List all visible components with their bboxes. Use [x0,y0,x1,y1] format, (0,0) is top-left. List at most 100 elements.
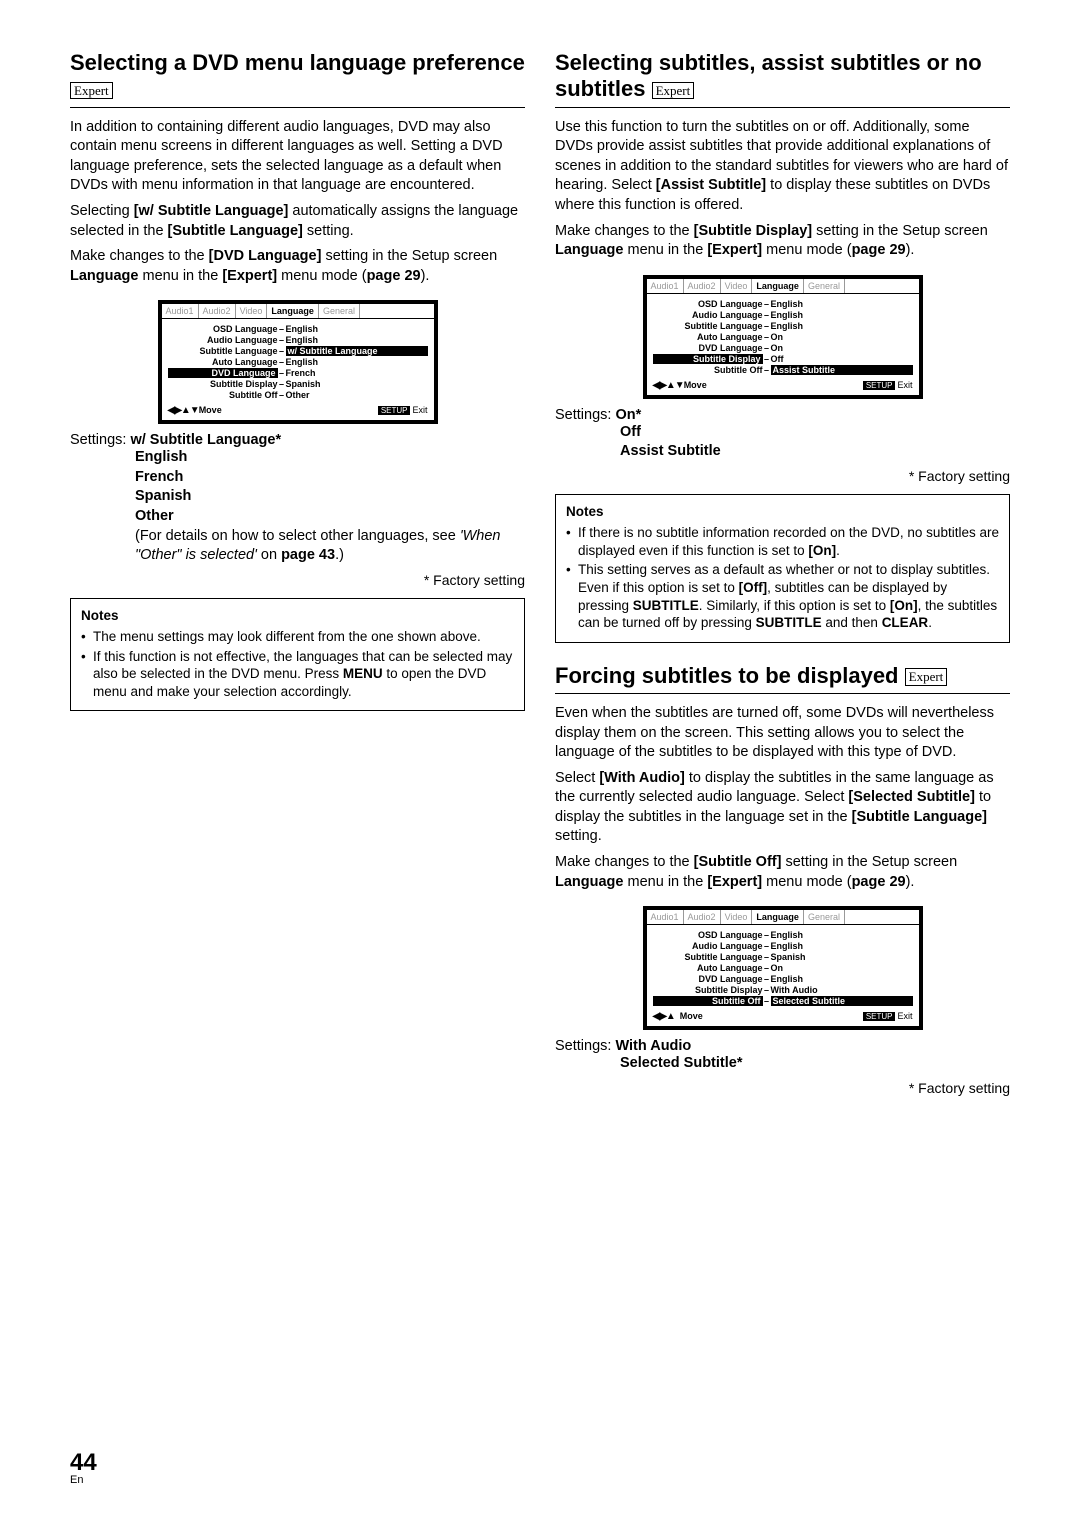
osd-row-value: English [286,335,428,345]
osd-row: Audio Language – English [653,941,913,951]
osd-tabs: Audio1 Audio2 Video Language General [162,304,434,319]
settings-label: Settings: [555,1038,611,1054]
osd-row-label: DVD Language [653,343,763,353]
osd-row-label: Subtitle Language [653,321,763,331]
osd-row-label: DVD Language [168,368,278,378]
settings-value: French [135,468,525,488]
osd-row-label: Auto Language [653,332,763,342]
settings-other-note: (For details on how to select other lang… [135,527,525,566]
osd-body: OSD Language – EnglishAudio Language – E… [647,925,919,1009]
heading-text: Selecting subtitles, assist subtitles or… [555,50,982,101]
osd-row-value: Off [771,354,913,364]
tab: Audio2 [199,304,236,318]
osd-row-label: Subtitle Display [168,379,278,389]
osd-screenshot-dvd-language: Audio1 Audio2 Video Language General OSD… [158,300,438,424]
osd-row-label: Auto Language [653,963,763,973]
tab: Audio2 [684,279,721,293]
tab: Audio1 [647,910,684,924]
osd-row-value: Spanish [286,379,428,389]
arrows-icon: ◀▶▲▼ [168,405,199,416]
osd-row: Audio Language – English [168,335,428,345]
tab: General [804,279,845,293]
notes-box: Notes The menu settings may look differe… [70,598,525,712]
tab: General [319,304,360,318]
osd-row: Subtitle Language – English [653,321,913,331]
right-column: Selecting subtitles, assist subtitles or… [555,50,1010,1106]
osd-row: Subtitle Display – Off [653,354,913,364]
osd-row-label: Subtitle Display [653,354,763,364]
osd-row-value: On [771,343,913,353]
osd-row-label: Subtitle Language [168,346,278,356]
osd-footer: ◀▶▲ Move SETUPExit [647,1009,919,1026]
subtitle-instruction-paragraph: Make changes to the [Subtitle Display] s… [555,222,1010,261]
note-item: If this function is not effective, the l… [81,648,514,701]
tab: Audio2 [684,910,721,924]
page-lang: En [70,1475,97,1486]
settings-label: Settings: [555,407,611,423]
osd-row: OSD Language – English [653,930,913,940]
settings-value: Off [620,423,1010,443]
osd-row-value: English [771,974,913,984]
osd-row-label: DVD Language [653,974,763,984]
instruction-paragraph: Make changes to the [DVD Language] setti… [70,247,525,286]
osd-row: Subtitle Language – Spanish [653,952,913,962]
osd-row-label: Subtitle Off [653,365,763,375]
factory-setting-note: * Factory setting [555,468,1010,484]
settings-label: Settings: [70,432,126,448]
osd-row-label: Subtitle Language [653,952,763,962]
arrows-icon: ◀▶▲ [653,1011,675,1022]
osd-row: Audio Language – English [653,310,913,320]
expert-badge: Expert [905,668,948,686]
tab: Audio1 [647,279,684,293]
osd-row-label: Audio Language [168,335,278,345]
osd-row-value: French [286,368,428,378]
osd-row: Auto Language – On [653,963,913,973]
osd-row-value: English [771,941,913,951]
osd-row-value: English [286,357,428,367]
tab-active: Language [752,910,804,924]
factory-setting-note: * Factory setting [555,1080,1010,1096]
subtitle-intro-paragraph: Use this function to turn the subtitles … [555,118,1010,216]
tab: Audio1 [162,304,199,318]
osd-row-label: Audio Language [653,941,763,951]
forcing-instruction-paragraph: Make changes to the [Subtitle Off] setti… [555,853,1010,892]
osd-row-value: Other [286,390,428,400]
osd-row-value: Selected Subtitle [771,996,913,1006]
osd-row-label: Subtitle Off [168,390,278,400]
page-columns: Selecting a DVD menu language preference… [70,50,1010,1106]
osd-row-value: English [286,324,428,334]
osd-row-value: Spanish [771,952,913,962]
settings-value: Other [135,507,525,527]
section-heading-forcing-subtitles: Forcing subtitles to be displayed Expert [555,663,1010,694]
settings-value: Spanish [135,487,525,507]
note-item: This setting serves as a default as whet… [566,561,999,631]
notes-heading: Notes [81,607,514,625]
osd-row: OSD Language – English [168,324,428,334]
osd-row-label: OSD Language [168,324,278,334]
page-number: 44 En [70,1451,97,1486]
osd-row: OSD Language – English [653,299,913,309]
tab-active: Language [752,279,804,293]
setup-pill: SETUP [378,406,411,415]
osd-body: OSD Language – EnglishAudio Language – E… [647,294,919,378]
factory-setting-note: * Factory setting [70,572,525,588]
osd-row: Auto Language – On [653,332,913,342]
expert-badge: Expert [652,82,695,100]
settings-block: Settings: On* Off Assist Subtitle [555,407,1010,462]
osd-row: Subtitle Off – Assist Subtitle [653,365,913,375]
osd-row-value: With Audio [771,985,913,995]
osd-tabs: Audio1 Audio2 Video Language General [647,279,919,294]
osd-row: DVD Language – English [653,974,913,984]
settings-values: Selected Subtitle* [620,1054,1010,1074]
forcing-intro-paragraph: Even when the subtitles are turned off, … [555,704,1010,763]
section-heading-dvd-language: Selecting a DVD menu language preference… [70,50,525,108]
osd-row-label: OSD Language [653,299,763,309]
osd-row: DVD Language – French [168,368,428,378]
section-heading-subtitles: Selecting subtitles, assist subtitles or… [555,50,1010,108]
osd-row-label: Subtitle Off [653,996,763,1006]
settings-values: Off Assist Subtitle [620,423,1010,462]
osd-row-label: Audio Language [653,310,763,320]
note-item: The menu settings may look different fro… [81,628,514,646]
osd-row: Subtitle Off – Other [168,390,428,400]
expert-badge: Expert [70,82,113,100]
